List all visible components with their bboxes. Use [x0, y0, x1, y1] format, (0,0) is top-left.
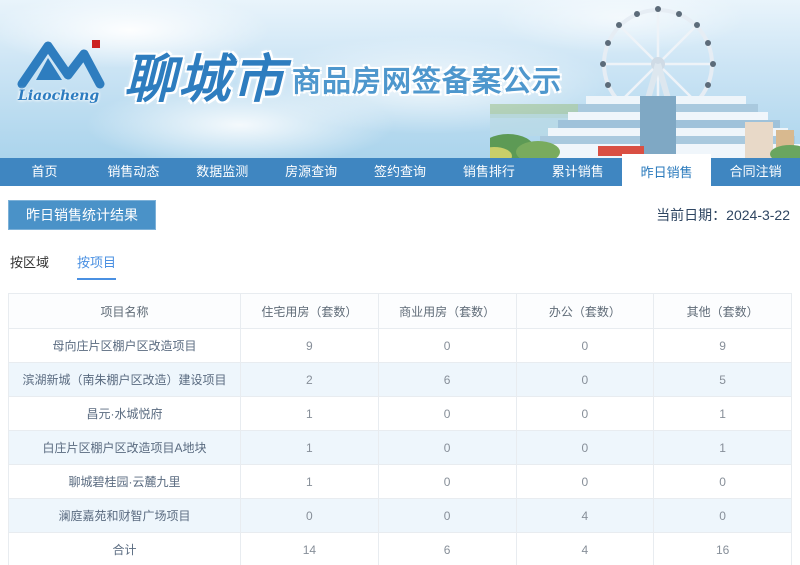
nav-item-cumulative-sales[interactable]: 累计销售: [533, 158, 622, 186]
count-cell: 0: [378, 397, 516, 431]
count-cell: 1: [654, 431, 792, 465]
site-logo: Liaocheng 聊城市 商品房网签备案公示: [16, 28, 562, 106]
page-head: 昨日销售统计结果 当前日期：2024-3-22: [8, 200, 792, 230]
count-cell: 4: [516, 533, 654, 565]
count-cell: 9: [654, 329, 792, 363]
current-date-label: 当前日期：: [656, 207, 726, 223]
count-cell: 0: [516, 431, 654, 465]
header-cityscape-photo: [490, 0, 800, 158]
table-row: 滨湖新城（南朱棚户区改造）建设项目2605: [9, 363, 792, 397]
current-date: 当前日期：2024-3-22: [656, 205, 792, 225]
main-nav: 首页销售动态数据监测房源查询签约查询销售排行累计销售昨日销售合同注销: [0, 158, 800, 186]
project-name-cell: 母向庄片区棚户区改造项目: [9, 329, 241, 363]
nav-item-home[interactable]: 首页: [0, 158, 89, 186]
count-cell: 4: [516, 499, 654, 533]
table-total-row: 合计146416: [9, 533, 792, 565]
count-cell: 0: [241, 499, 379, 533]
column-header: 办公（套数）: [516, 294, 654, 329]
nav-item-sales-dynamics[interactable]: 销售动态: [89, 158, 178, 186]
sales-table: 项目名称住宅用房（套数）商业用房（套数）办公（套数）其他（套数） 母向庄片区棚户…: [8, 293, 792, 565]
count-cell: 0: [654, 499, 792, 533]
view-tab-by-project[interactable]: 按项目: [77, 252, 116, 280]
count-cell: 0: [516, 363, 654, 397]
table-header-row: 项目名称住宅用房（套数）商业用房（套数）办公（套数）其他（套数）: [9, 294, 792, 329]
nav-item-contract-query[interactable]: 签约查询: [356, 158, 445, 186]
nav-item-yesterday-sales[interactable]: 昨日销售: [622, 154, 711, 194]
view-tabs: 按区域按项目: [8, 252, 792, 280]
view-tab-by-region[interactable]: 按区域: [10, 252, 49, 280]
count-cell: 0: [516, 397, 654, 431]
count-cell: 9: [241, 329, 379, 363]
page-title: 昨日销售统计结果: [8, 200, 156, 230]
column-header: 其他（套数）: [654, 294, 792, 329]
count-cell: 0: [378, 465, 516, 499]
project-name-cell: 白庄片区棚户区改造项目A地块: [9, 431, 241, 465]
count-cell: 2: [241, 363, 379, 397]
nav-item-sales-ranking[interactable]: 销售排行: [444, 158, 533, 186]
count-cell: 6: [378, 363, 516, 397]
count-cell: 14: [241, 533, 379, 565]
current-date-value: 2024-3-22: [726, 207, 790, 223]
project-name-cell: 聊城碧桂园·云麓九里: [9, 465, 241, 499]
count-cell: 6: [378, 533, 516, 565]
count-cell: 0: [378, 329, 516, 363]
count-cell: 0: [378, 499, 516, 533]
table-row: 澜庭嘉苑和财智广场项目0040: [9, 499, 792, 533]
site-header: Liaocheng 聊城市 商品房网签备案公示: [0, 0, 800, 158]
count-cell: 5: [654, 363, 792, 397]
table-row: 昌元·水城悦府1001: [9, 397, 792, 431]
nav-item-contract-cancellation[interactable]: 合同注销: [711, 158, 800, 186]
project-name-cell: 澜庭嘉苑和财智广场项目: [9, 499, 241, 533]
column-header: 商业用房（套数）: [378, 294, 516, 329]
page: Liaocheng 聊城市 商品房网签备案公示: [0, 0, 800, 565]
column-header: 项目名称: [9, 294, 241, 329]
count-cell: 16: [654, 533, 792, 565]
project-name-cell: 昌元·水城悦府: [9, 397, 241, 431]
project-name-cell: 滨湖新城（南朱棚户区改造）建设项目: [9, 363, 241, 397]
count-cell: 1: [241, 397, 379, 431]
count-cell: 0: [378, 431, 516, 465]
table-row: 聊城碧桂园·云麓九里1000: [9, 465, 792, 499]
count-cell: 1: [241, 431, 379, 465]
count-cell: 1: [241, 465, 379, 499]
column-header: 住宅用房（套数）: [241, 294, 379, 329]
site-name: 聊城市: [124, 54, 286, 106]
count-cell: 1: [654, 397, 792, 431]
main-content: 昨日销售统计结果 当前日期：2024-3-22 按区域按项目 项目名称住宅用房（…: [0, 200, 800, 565]
nav-item-listing-query[interactable]: 房源查询: [267, 158, 356, 186]
count-cell: 0: [516, 465, 654, 499]
count-cell: 0: [516, 329, 654, 363]
table-row: 母向庄片区棚户区改造项目9009: [9, 329, 792, 363]
count-cell: 0: [654, 465, 792, 499]
nav-item-data-monitoring[interactable]: 数据监测: [178, 158, 267, 186]
project-name-cell: 合计: [9, 533, 241, 565]
logo-latin-text: Liaocheng: [18, 88, 99, 104]
table-row: 白庄片区棚户区改造项目A地块1001: [9, 431, 792, 465]
logo-mountain-icon: Liaocheng: [16, 28, 120, 106]
